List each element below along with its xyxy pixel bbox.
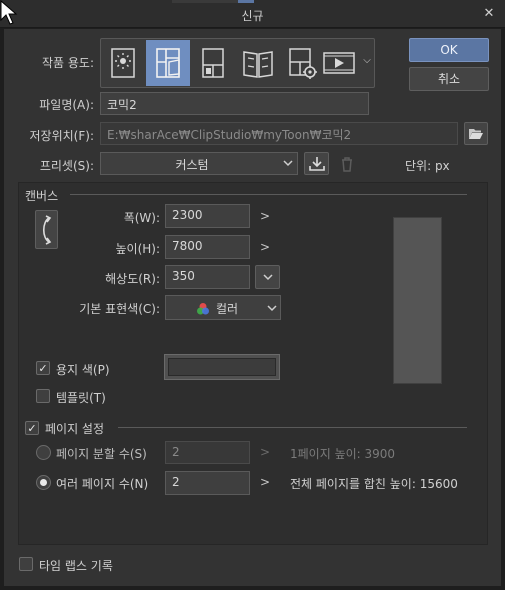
width-label: 폭(W):: [123, 211, 160, 225]
usage-animation-icon[interactable]: [320, 40, 358, 86]
color-mode-chevron-down-icon: [266, 302, 278, 314]
usage-settings-page-icon[interactable]: [281, 40, 325, 86]
color-palette-icon: [196, 302, 210, 316]
split-count-chevron-icon: >: [260, 445, 271, 459]
cursor-arrow-icon: [0, 0, 18, 26]
template-label: 템플릿(T): [56, 391, 106, 405]
height-input[interactable]: 7800: [165, 235, 250, 259]
window-title: 신규: [241, 9, 264, 23]
usage-dropdown-arrow-icon[interactable]: ⌵: [361, 55, 373, 66]
timelapse-label: 타임 랩스 기록: [39, 559, 113, 573]
preset-value: 커스텀: [175, 158, 209, 172]
color-mode-value: 컬러: [216, 302, 239, 316]
resolution-label: 해상도(R):: [105, 272, 160, 286]
multi-page-radio[interactable]: [36, 475, 51, 490]
split-count-label: 페이지 분할 수(S): [56, 447, 147, 461]
color-mode-select[interactable]: 컬러: [165, 295, 281, 320]
cancel-button[interactable]: 취소: [409, 67, 489, 91]
width-input[interactable]: 2300: [165, 204, 250, 228]
multi-page-input[interactable]: 2: [165, 471, 250, 495]
radio-selected-dot: [40, 479, 47, 486]
multi-page-chevron-icon[interactable]: >: [260, 475, 270, 489]
page-settings-label: 페이지 설정: [45, 422, 105, 436]
height-expand-chevron-icon[interactable]: >: [260, 240, 270, 254]
swap-orientation-icon[interactable]: [35, 210, 58, 249]
usage-comic-icon[interactable]: [146, 40, 190, 86]
close-icon[interactable]: ✕: [480, 5, 498, 23]
canvas-preview: [393, 217, 442, 384]
color-mode-label: 기본 표현색(C):: [79, 302, 160, 316]
split-count-radio[interactable]: [36, 445, 51, 460]
ok-button[interactable]: OK: [409, 38, 489, 62]
resolution-dropdown-button[interactable]: [255, 265, 280, 289]
location-input[interactable]: E:₩sharAce₩ClipStudio₩myToon₩코믹2: [100, 122, 458, 145]
canvas-section-title: 캔버스: [25, 189, 59, 203]
paper-color-swatch[interactable]: [164, 354, 280, 380]
delete-preset-icon[interactable]: [334, 152, 359, 175]
split-count-input[interactable]: 2: [165, 441, 250, 464]
preset-select[interactable]: 커스텀: [100, 152, 298, 175]
total-height-info: 전체 페이지를 합친 높이: 15600: [290, 477, 458, 491]
preset-label: 프리셋(S):: [39, 159, 94, 173]
unit-label: 단위: px: [405, 159, 450, 173]
preset-chevron-down-icon: [282, 156, 294, 170]
canvas-section-divider: [70, 194, 467, 195]
location-label: 저장위치(F):: [29, 129, 94, 143]
timelapse-checkbox[interactable]: [19, 557, 33, 571]
paper-color-checkbox[interactable]: ✓: [36, 361, 50, 375]
usage-illustration-icon[interactable]: [101, 40, 145, 86]
filename-label: 파일명(A):: [39, 98, 94, 112]
browse-folder-icon[interactable]: [464, 122, 488, 145]
title-tab-accent: [238, 0, 254, 3]
chevron-down-icon: [262, 274, 273, 281]
resolution-input[interactable]: 350: [165, 265, 250, 289]
usage-book-icon[interactable]: [236, 40, 280, 86]
split-page-height-info: 1페이지 높이: 3900: [290, 447, 396, 461]
width-expand-chevron-icon[interactable]: >: [260, 209, 270, 223]
height-label: 높이(H):: [115, 242, 160, 256]
page-settings-checkbox[interactable]: ✓: [25, 421, 39, 435]
multi-page-label: 여러 페이지 수(N): [56, 477, 149, 491]
page-settings-divider: [118, 427, 467, 428]
usage-single-page-icon[interactable]: [191, 40, 235, 86]
paper-color-fill: [168, 358, 276, 376]
paper-color-label: 용지 색(P): [56, 363, 110, 377]
save-preset-icon[interactable]: [304, 152, 329, 175]
filename-input[interactable]: 코믹2: [100, 92, 369, 115]
usage-label: 작품 용도:: [41, 56, 94, 70]
template-checkbox[interactable]: [36, 389, 50, 403]
